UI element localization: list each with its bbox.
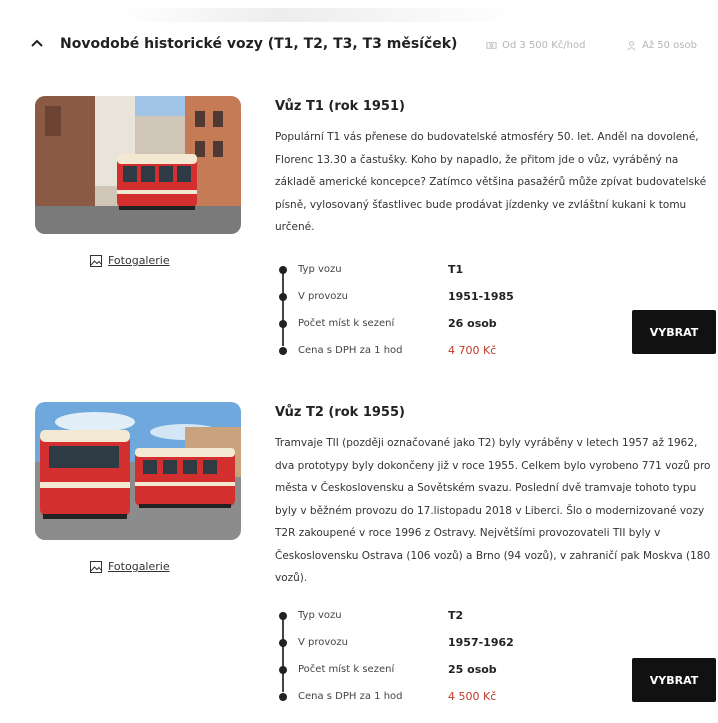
spec-label: V provozu	[298, 291, 348, 302]
spec-label: Počet míst k sezení	[298, 664, 395, 675]
price-info-text: Od 3 500 Kč/hod	[502, 40, 586, 51]
select-button-t2[interactable]: VYBRAT	[632, 658, 716, 702]
tram-photo-t1[interactable]	[35, 96, 241, 234]
bullet-icon	[279, 665, 287, 674]
spec-row: V provozu 1951-1985	[278, 283, 578, 310]
chevron-up-icon[interactable]	[30, 36, 50, 56]
card-description: Tramvaje TII (později označované jako T2…	[275, 437, 711, 584]
spec-label: Typ vozu	[298, 264, 342, 275]
spec-value: 25 osob	[448, 663, 497, 676]
capacity-info-text: Až 50 osob	[642, 40, 697, 51]
money-icon	[486, 42, 497, 49]
gallery-link-label: Fotogalerie	[108, 254, 170, 267]
spec-label: Cena s DPH za 1 hod	[298, 345, 403, 356]
gallery-link-t2[interactable]: Fotogalerie	[90, 560, 170, 573]
faded-divider	[120, 8, 520, 22]
spec-row: Cena s DPH za 1 hod 4 700 Kč	[278, 337, 578, 364]
bullet-icon	[279, 346, 287, 355]
gallery-link-label: Fotogalerie	[108, 560, 170, 573]
spec-label: Počet míst k sezení	[298, 318, 395, 329]
spec-row: Typ vozu T1	[278, 256, 578, 283]
spec-label: Cena s DPH za 1 hod	[298, 691, 403, 702]
capacity-info: Až 50 osob	[626, 40, 697, 51]
spec-list: Typ vozu T1 V provozu 1951-1985 Počet mí…	[278, 256, 578, 364]
bullet-icon	[279, 638, 287, 647]
spec-row: Cena s DPH za 1 hod 4 500 Kč	[278, 683, 578, 710]
price-value: 4 500 Kč	[448, 690, 497, 703]
person-icon	[627, 41, 636, 51]
spec-row: V provozu 1957-1962	[278, 629, 578, 656]
bullet-icon	[279, 692, 287, 701]
bullet-icon	[279, 319, 287, 328]
spec-list: Typ vozu T2 V provozu 1957-1962 Počet mí…	[278, 602, 578, 710]
card-description: Populární T1 vás přenese do budovatelské…	[275, 131, 707, 233]
spec-value: 26 osob	[448, 317, 497, 330]
spec-row: Typ vozu T2	[278, 602, 578, 629]
tram-photo-t2[interactable]	[35, 402, 241, 540]
gallery-link-t1[interactable]: Fotogalerie	[90, 254, 170, 267]
spec-row: Počet míst k sezení 25 osob	[278, 656, 578, 683]
section-header: Novodobé historické vozy (T1, T2, T3, T3…	[0, 0, 718, 96]
spec-value: 1951-1985	[448, 290, 514, 303]
card-title: Vůz T1 (rok 1951)	[275, 99, 405, 114]
image-icon	[90, 254, 102, 267]
bullet-icon	[279, 265, 287, 274]
spec-label: Typ vozu	[298, 610, 342, 621]
spec-row: Počet míst k sezení 26 osob	[278, 310, 578, 337]
spec-value: 1957-1962	[448, 636, 514, 649]
bullet-icon	[279, 611, 287, 620]
bullet-icon	[279, 292, 287, 301]
spec-value: T2	[448, 609, 464, 622]
price-info: Od 3 500 Kč/hod	[486, 40, 585, 51]
spec-value: T1	[448, 263, 464, 276]
select-button-t1[interactable]: VYBRAT	[632, 310, 716, 354]
image-icon	[90, 560, 102, 573]
spec-label: V provozu	[298, 637, 348, 648]
card-title: Vůz T2 (rok 1955)	[275, 405, 405, 420]
price-value: 4 700 Kč	[448, 344, 497, 357]
section-title: Novodobé historické vozy (T1, T2, T3, T3…	[60, 36, 458, 52]
